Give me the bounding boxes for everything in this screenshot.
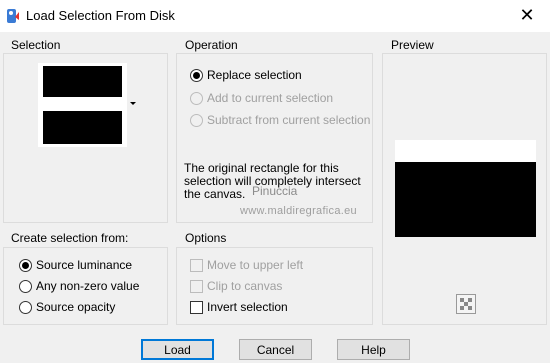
selection-thumbnail-bar-bottom [43,111,122,144]
radio-indicator [19,258,32,272]
checkbox-indicator [190,300,203,314]
preview-image-black [395,162,536,237]
invert-selection-checkbox[interactable]: Invert selection [190,299,288,315]
selection-thumbnail-bar-top [43,66,122,97]
subtract-from-selection-radio[interactable]: Subtract from current selection [190,112,370,128]
source-luminance-radio[interactable]: Source luminance [19,257,132,273]
watermark-name: Pinuccia [252,184,298,198]
chevron-down-icon[interactable] [130,102,136,105]
create-from-group-label: Create selection from: [11,231,129,245]
selection-group-label: Selection [11,38,61,52]
radio-indicator [19,279,32,293]
operation-group-label: Operation [185,38,238,52]
help-button[interactable]: Help [337,339,410,360]
load-button[interactable]: Load [141,339,214,360]
replace-selection-radio[interactable]: Replace selection [190,67,302,83]
source-opacity-radio[interactable]: Source opacity [19,299,115,315]
title-bar: Load Selection From Disk ✕ [0,0,550,32]
close-button[interactable]: ✕ [504,0,550,31]
checkerboard-icon[interactable] [456,294,476,314]
watermark-url: www.maldiregrafica.eu [240,205,357,217]
any-non-zero-value-radio[interactable]: Any non-zero value [19,278,139,294]
checkbox-indicator [190,258,203,272]
checkbox-indicator [190,279,203,293]
clip-to-canvas-checkbox[interactable]: Clip to canvas [190,278,282,294]
radio-indicator [190,91,203,105]
radio-indicator [190,68,203,82]
selection-thumbnail[interactable] [38,63,127,147]
app-icon [7,9,19,23]
radio-indicator [190,113,203,127]
move-to-upper-left-checkbox[interactable]: Move to upper left [190,257,303,273]
radio-indicator [19,300,32,314]
preview-image-white [395,140,536,162]
add-to-selection-radio[interactable]: Add to current selection [190,90,333,106]
checkerboard-glyph [460,298,472,310]
cancel-button[interactable]: Cancel [239,339,312,360]
preview-group-label: Preview [391,38,434,52]
close-icon: ✕ [519,5,535,25]
window-title: Load Selection From Disk [26,8,175,23]
options-group-label: Options [185,231,227,245]
